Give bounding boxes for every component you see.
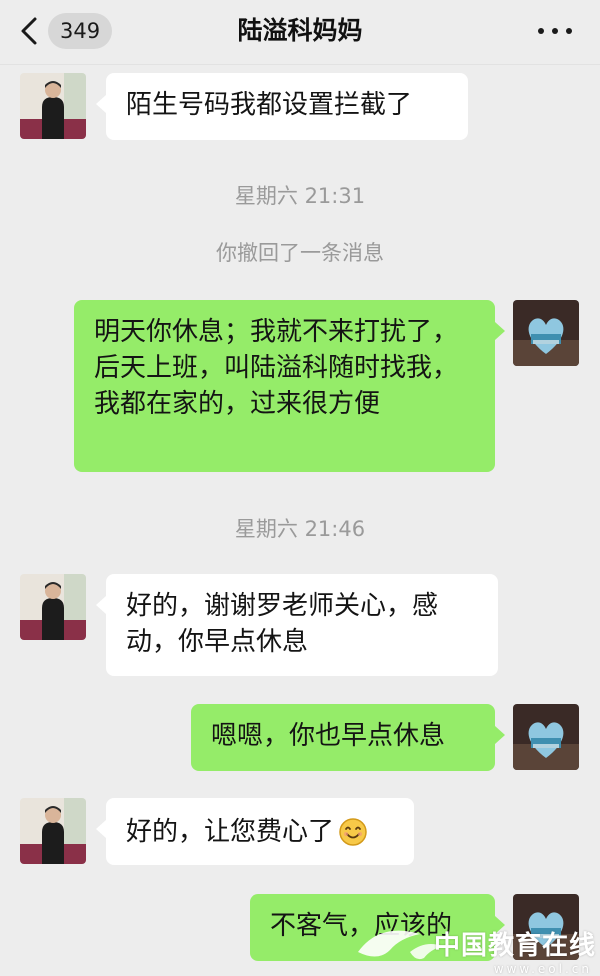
self-avatar[interactable] — [513, 704, 579, 770]
unread-count-badge: 349 — [48, 13, 113, 49]
more-dots-icon[interactable] — [538, 26, 572, 36]
message-bubble[interactable]: 陌生号码我都设置拦截了 — [96, 73, 468, 140]
watermark-text: 中国教育在线 — [433, 931, 596, 961]
message-text: 陌生号码我都设置拦截了 — [126, 90, 413, 120]
message-text: 好的，让您费心了 — [126, 816, 335, 847]
back-chevron-icon — [21, 17, 37, 45]
watermark: 中国教育在线 www.eol.cn — [350, 906, 600, 976]
chat-title: 陆溢科妈妈 — [237, 16, 363, 45]
message-bubble[interactable]: 好的，谢谢罗老师关心，感动，你早点休息 — [96, 574, 498, 676]
contact-avatar[interactable] — [20, 574, 86, 640]
contact-avatar[interactable] — [20, 798, 86, 864]
self-avatar[interactable] — [513, 300, 579, 366]
back-button[interactable]: 349 — [18, 12, 118, 50]
message-text: 好的，谢谢罗老师关心，感动，你早点休息 — [126, 591, 439, 657]
message-text: 明天你休息；我就不来打扰了，后天上班，叫陆溢科随时找我，我都在家的，过来很方便 — [94, 317, 459, 419]
watermark-url: www.eol.cn — [493, 962, 592, 976]
message-bubble[interactable]: 嗯嗯，你也早点休息 — [191, 704, 505, 771]
timestamp: 星期六 21:46 — [234, 517, 366, 541]
message-bubble[interactable]: 明天你休息；我就不来打扰了，后天上班，叫陆溢科随时找我，我都在家的，过来很方便 — [74, 300, 505, 472]
message-text: 嗯嗯，你也早点休息 — [211, 721, 446, 751]
message-bubble[interactable]: 好的，让您费心了 — [96, 798, 414, 865]
timestamp: 星期六 21:31 — [234, 184, 366, 208]
contact-avatar[interactable] — [20, 73, 86, 139]
recall-notice: 你撤回了一条消息 — [216, 241, 384, 265]
chat-header: 349 陆溢科妈妈 — [0, 0, 600, 65]
smile-emoji-icon — [339, 817, 367, 846]
